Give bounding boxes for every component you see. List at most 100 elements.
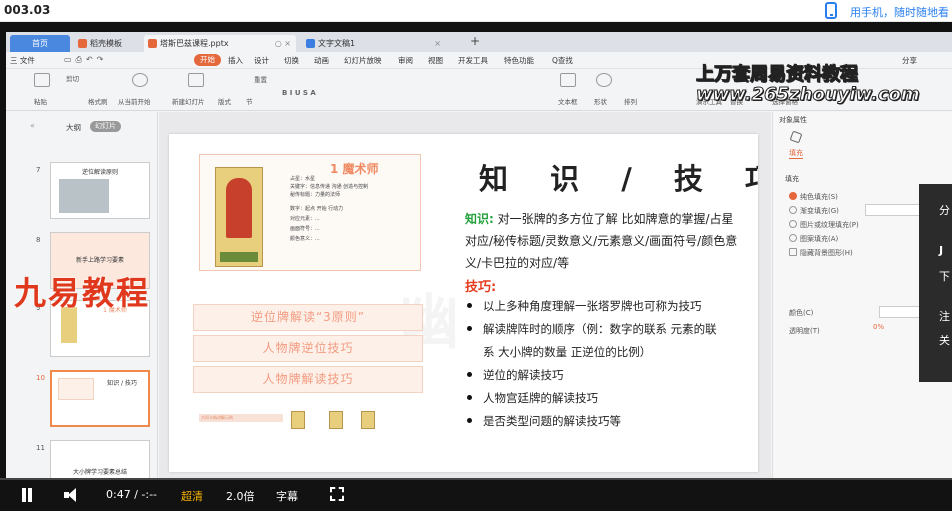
card-line: 秘传标题：力量的法师 — [290, 192, 341, 198]
knowledge-paragraph[interactable]: 知识: 对一张牌的多方位了解 比如牌意的掌握/占星对应/秘传标题/灵数意义/元素… — [465, 208, 745, 274]
banner-reversed-rules[interactable]: 逆位牌解读“3原则” — [193, 304, 423, 331]
overlay-text: 注 — [939, 310, 950, 323]
menu-start[interactable]: 开始 — [194, 54, 221, 66]
mini-card-image — [361, 411, 375, 429]
radio-solid-fill[interactable]: 纯色填充(S) — [789, 192, 838, 202]
video-player[interactable]: 首页 稻壳模板 塔斯巴兹课程.pptx ○ × 文字文稿1 × + 三 文件 ▭⎙↶… — [0, 22, 952, 511]
text-format-icons[interactable]: B I U S A — [282, 89, 316, 97]
thumb-number: 10 — [36, 374, 45, 382]
textbox-icon[interactable] — [560, 73, 576, 87]
tab-pptx[interactable]: 塔斯巴兹课程.pptx ○ × — [144, 35, 296, 52]
fill-bucket-icon[interactable] — [789, 130, 803, 144]
new-slide-button[interactable]: 新建幻灯片 — [172, 96, 205, 106]
tab-outline[interactable]: 大纲 — [66, 122, 81, 133]
current-slide[interactable]: 幽 THE MAGICIAN 1 魔术师 占星：水星 关键字：信息传递 沟通 创… — [169, 134, 758, 472]
slide-canvas[interactable]: 幽 THE MAGICIAN 1 魔术师 占星：水星 关键字：信息传递 沟通 创… — [159, 112, 771, 511]
menu-transition[interactable]: 切换 — [284, 55, 299, 66]
bullet-item[interactable]: 逆位的解读技巧 — [467, 367, 564, 383]
menu-slideshow[interactable]: 幻灯片放映 — [344, 55, 382, 66]
doc-icon — [306, 39, 315, 48]
side-overlay-panel[interactable]: 分 J 下 注 关 — [919, 184, 952, 382]
slide-footer: 大阿卡纳讲解示例 — [199, 414, 283, 422]
mini-card-image — [329, 411, 343, 429]
tab-slides[interactable]: 幻灯片 — [90, 121, 121, 132]
mobile-promo-link[interactable]: 用手机，随时随地看 — [850, 4, 949, 20]
top-bar: 003.03 用手机，随时随地看 — [0, 0, 952, 22]
arrange-button[interactable]: 排列 — [624, 96, 637, 106]
quick-access-toolbar[interactable]: ▭⎙↶↷ — [64, 55, 107, 65]
time-display: 0:47 / -:-- — [106, 488, 158, 501]
menu-search[interactable]: Q查找 — [552, 55, 573, 66]
banner-court-reading[interactable]: 人物牌解读技巧 — [193, 366, 423, 393]
slide-thumb-10[interactable]: 知识 / 技巧 — [50, 370, 150, 427]
skills-label[interactable]: 技巧: — [465, 276, 496, 295]
new-slide-icon[interactable] — [188, 73, 204, 87]
player-controls: 0:47 / -:-- 超清 2.0倍 字幕 — [0, 478, 952, 511]
bullet-item[interactable]: 人物宫廷牌的解读技巧 — [467, 390, 598, 406]
radio-pattern-fill[interactable]: 图案填充(A) — [789, 234, 838, 244]
subtitle-button[interactable]: 字幕 — [276, 488, 298, 504]
tab-home[interactable]: 首页 — [10, 35, 70, 52]
fill-section-header[interactable]: 填充 — [785, 174, 799, 184]
speed-button[interactable]: 2.0倍 — [226, 488, 255, 504]
paste-button[interactable]: 粘贴 — [34, 96, 47, 106]
checkbox-hide-background[interactable]: 隐藏背景图形(H) — [789, 248, 853, 258]
tab-fill[interactable]: 填充 — [789, 148, 803, 159]
wps-presentation-window: 首页 稻壳模板 塔斯巴兹课程.pptx ○ × 文字文稿1 × + 三 文件 ▭⎙↶… — [6, 32, 952, 511]
close-icon[interactable]: × — [434, 35, 441, 52]
layout-button[interactable]: 版式 — [218, 96, 231, 106]
close-icon[interactable]: ○ × — [275, 35, 291, 52]
volume-icon[interactable] — [64, 488, 86, 502]
card-line: 颜色意义：... — [290, 236, 320, 242]
quality-button[interactable]: 超清 — [181, 488, 203, 504]
collapse-icon[interactable]: « — [30, 121, 35, 130]
menu-design[interactable]: 设计 — [254, 55, 269, 66]
bullet-item[interactable]: 是否类型问题的解读技巧等 — [467, 413, 621, 429]
radio-picture-fill[interactable]: 图片或纹理填充(P) — [789, 220, 859, 230]
card-line: 数字：起点 开始 行动力 — [290, 206, 344, 212]
reset-button[interactable]: 重置 — [254, 74, 267, 84]
slide-title[interactable]: 知 识 / 技 巧 — [479, 156, 758, 198]
slide-thumb-7[interactable]: 逆位解读原则 — [50, 162, 150, 219]
thumb-number: 8 — [36, 236, 41, 244]
watermark-title: 上万套周易资料教程 — [696, 64, 859, 86]
phone-icon[interactable] — [825, 2, 837, 19]
cut-button[interactable]: 剪切 — [66, 73, 79, 83]
transparency-value[interactable]: 0% — [873, 323, 884, 331]
card-line: 对应元素：... — [290, 216, 320, 222]
tab-templates[interactable]: 稻壳模板 — [74, 35, 136, 52]
template-icon — [78, 39, 87, 48]
menu-view[interactable]: 视图 — [428, 55, 443, 66]
fill-dropdown[interactable] — [865, 204, 925, 216]
bullet-item[interactable]: 解读牌阵时的顺序（例：数字的联系 元素的联 — [467, 321, 717, 337]
menu-developer[interactable]: 开发工具 — [458, 55, 488, 66]
textbox-button[interactable]: 文本框 — [558, 96, 578, 106]
play-icon[interactable] — [132, 73, 148, 87]
shape-button[interactable]: 形状 — [594, 96, 607, 106]
bullet-item[interactable]: 以上多种角度理解一张塔罗牌也可称为技巧 — [467, 298, 702, 314]
section-button[interactable]: 节 — [246, 96, 253, 106]
transparency-label: 透明度(T) — [789, 327, 820, 335]
menu-file[interactable]: 三 文件 — [10, 55, 35, 66]
format-painter-button[interactable]: 格式刷 — [88, 96, 108, 106]
shape-icon[interactable] — [596, 73, 612, 87]
bullet-continuation[interactable]: 系 大小牌的数量 正逆位的比例） — [483, 344, 651, 360]
new-tab-button[interactable]: + — [454, 33, 480, 50]
thumb-number: 11 — [36, 444, 45, 452]
color-label: 颜色(C) — [789, 309, 814, 317]
radio-gradient-fill[interactable]: 渐变填充(G) — [789, 206, 839, 216]
banner-court-reversed[interactable]: 人物牌逆位技巧 — [193, 335, 423, 362]
tab-doc[interactable]: 文字文稿1 × — [302, 35, 446, 52]
fullscreen-icon[interactable] — [330, 487, 344, 501]
menu-share[interactable]: 分享 — [902, 55, 917, 66]
menu-review[interactable]: 审阅 — [398, 55, 413, 66]
paste-icon[interactable] — [34, 73, 50, 87]
pause-icon[interactable] — [20, 488, 34, 502]
menu-insert[interactable]: 插入 — [228, 55, 243, 66]
card-info-panel[interactable]: THE MAGICIAN 1 魔术师 占星：水星 关键字：信息传递 沟通 创造与… — [199, 154, 421, 271]
menu-features[interactable]: 特色功能 — [504, 55, 534, 66]
menu-animation[interactable]: 动画 — [314, 55, 329, 66]
knowledge-text: 对一张牌的多方位了解 比如牌意的掌握/占星对应/秘传标题/灵数意义/元素意义/画… — [465, 212, 738, 270]
play-from-current-button[interactable]: 从当前开始 — [118, 96, 151, 106]
mini-card-image — [291, 411, 305, 429]
